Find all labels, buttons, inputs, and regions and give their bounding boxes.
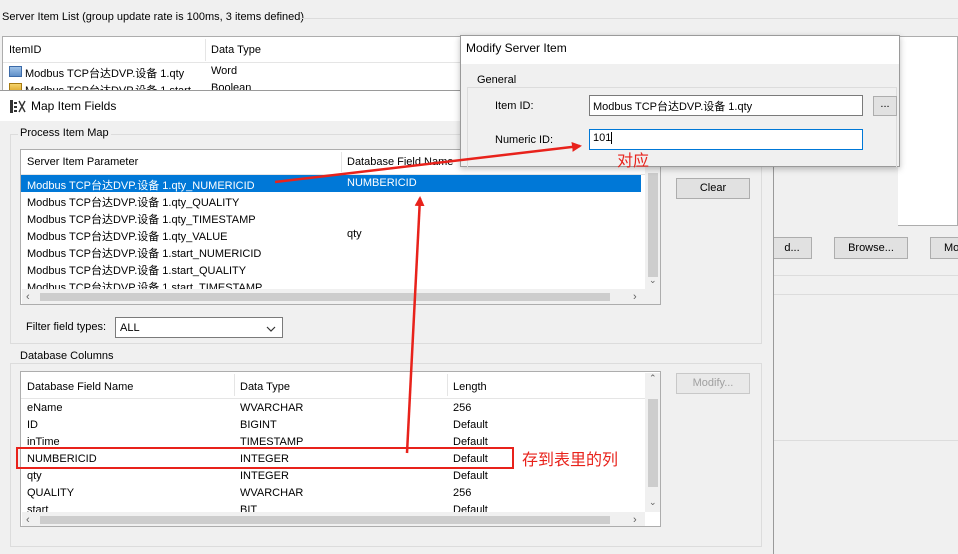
correspond-annotation: 对应: [617, 151, 650, 170]
annotation-overlay: [16, 141, 582, 469]
stored-column-annotation: 存到表里的列: [522, 450, 619, 469]
correspond-arrow: [274, 141, 582, 184]
column-arrow: [405, 196, 425, 454]
highlight-box: [16, 447, 514, 469]
